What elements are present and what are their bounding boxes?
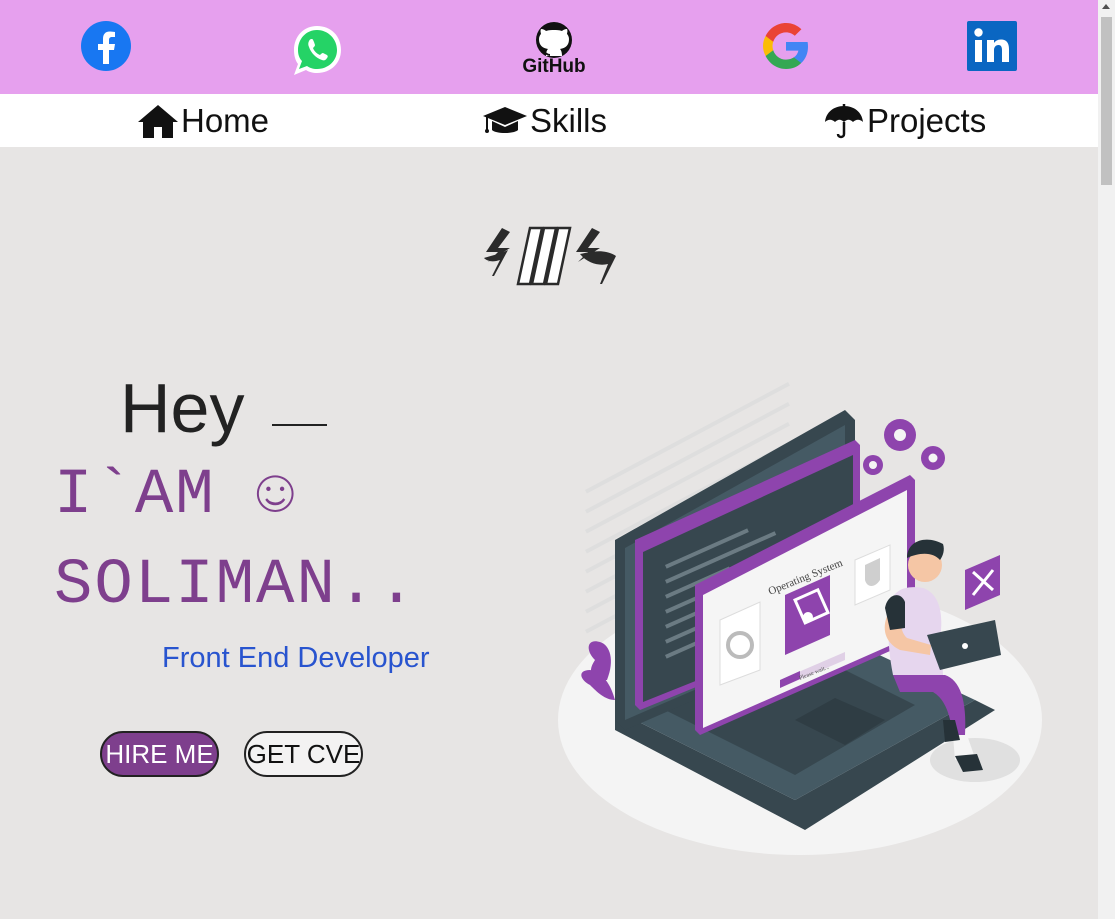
hire-me-button[interactable]: HIRE ME bbox=[100, 731, 219, 777]
hero-iam: I`AM ☺ bbox=[54, 460, 297, 532]
scrollbar-thumb[interactable] bbox=[1101, 17, 1112, 185]
scroll-up-arrow-icon[interactable] bbox=[1102, 4, 1110, 9]
logo-icon bbox=[484, 226, 616, 286]
get-cv-button[interactable]: GET CVE bbox=[244, 731, 363, 777]
nav-projects-label: Projects bbox=[867, 101, 987, 139]
google-icon bbox=[763, 23, 808, 69]
umbrella-icon bbox=[825, 103, 863, 138]
whatsapp-link[interactable] bbox=[291, 20, 343, 80]
graduation-cap-icon bbox=[483, 106, 527, 133]
linkedin-icon bbox=[967, 21, 1017, 71]
developer-illustration: Operating System Please wait... bbox=[558, 382, 1042, 855]
hero-name: SOLIMAN.. bbox=[54, 550, 418, 622]
linkedin-link[interactable] bbox=[966, 20, 1018, 80]
github-label: GitHub bbox=[522, 56, 586, 77]
nav-skills-label: Skills bbox=[530, 101, 608, 139]
hero-illustration: Operating System Please wait... bbox=[555, 380, 1045, 865]
social-bar: GitHub bbox=[0, 0, 1098, 94]
nav-projects[interactable]: Projects bbox=[823, 94, 986, 147]
hero-greeting: Hey bbox=[120, 369, 245, 447]
facebook-link[interactable] bbox=[80, 20, 132, 80]
home-icon bbox=[138, 104, 178, 138]
greeting-underline bbox=[272, 424, 327, 426]
whatsapp-icon bbox=[294, 26, 341, 75]
google-link[interactable] bbox=[760, 20, 812, 80]
hero-role: Front End Developer bbox=[162, 642, 430, 674]
site-logo bbox=[480, 224, 620, 293]
nav-home-label: Home bbox=[181, 101, 270, 139]
nav-home[interactable]: Home bbox=[137, 94, 269, 147]
navbar: Home Skills Projects bbox=[0, 94, 1098, 147]
facebook-icon bbox=[81, 21, 131, 71]
nav-skills[interactable]: Skills bbox=[482, 94, 607, 147]
